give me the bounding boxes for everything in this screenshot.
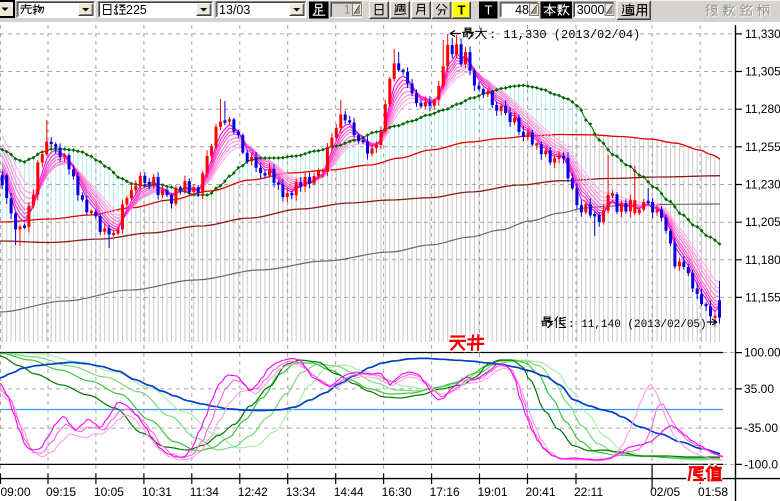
svg-text:T: T xyxy=(458,3,466,18)
svg-text:20:41: 20:41 xyxy=(526,485,556,499)
svg-text:16:30: 16:30 xyxy=(382,485,412,499)
svg-text:T: T xyxy=(485,3,493,18)
svg-text:-35.00: -35.00 xyxy=(744,421,778,435)
svg-text:22:11: 22:11 xyxy=(574,485,603,499)
svg-text:09:15: 09:15 xyxy=(46,485,76,499)
svg-text:11,255: 11,255 xyxy=(745,140,780,154)
svg-text:10:05: 10:05 xyxy=(94,485,124,499)
svg-text:: 11,140 (2013/02/05): : 11,140 (2013/02/05) xyxy=(568,319,707,331)
svg-text:100.00: 100.00 xyxy=(744,346,780,360)
svg-text:: 11,330 (2013/02/04): : 11,330 (2013/02/04) xyxy=(489,28,640,42)
svg-text:1: 1 xyxy=(344,5,350,17)
svg-text:11,305: 11,305 xyxy=(745,65,780,79)
svg-text:13:34: 13:34 xyxy=(286,485,316,499)
svg-text:11,330: 11,330 xyxy=(745,27,780,41)
svg-text:17:16: 17:16 xyxy=(430,485,460,499)
svg-text:11,180: 11,180 xyxy=(745,253,780,267)
svg-text:11,155: 11,155 xyxy=(745,290,780,304)
svg-text:35.00: 35.00 xyxy=(744,382,774,396)
svg-text:12:42: 12:42 xyxy=(238,485,268,499)
svg-text:225: 225 xyxy=(126,3,147,17)
svg-text:11,280: 11,280 xyxy=(745,102,780,116)
svg-text:11:34: 11:34 xyxy=(190,485,219,499)
svg-text:19:01: 19:01 xyxy=(478,485,508,499)
svg-text:13/03: 13/03 xyxy=(219,3,250,17)
svg-text:10:31: 10:31 xyxy=(142,485,172,499)
svg-text:11,230: 11,230 xyxy=(745,178,780,192)
svg-text:11,205: 11,205 xyxy=(745,215,780,229)
svg-text:-100.0: -100.0 xyxy=(744,457,778,471)
svg-text:14:44: 14:44 xyxy=(334,485,364,499)
svg-text:01:58: 01:58 xyxy=(698,485,728,499)
svg-text:09:00: 09:00 xyxy=(1,485,31,499)
svg-text:02/05: 02/05 xyxy=(650,485,680,499)
svg-text:3000: 3000 xyxy=(577,3,605,17)
svg-text:48: 48 xyxy=(515,3,529,17)
